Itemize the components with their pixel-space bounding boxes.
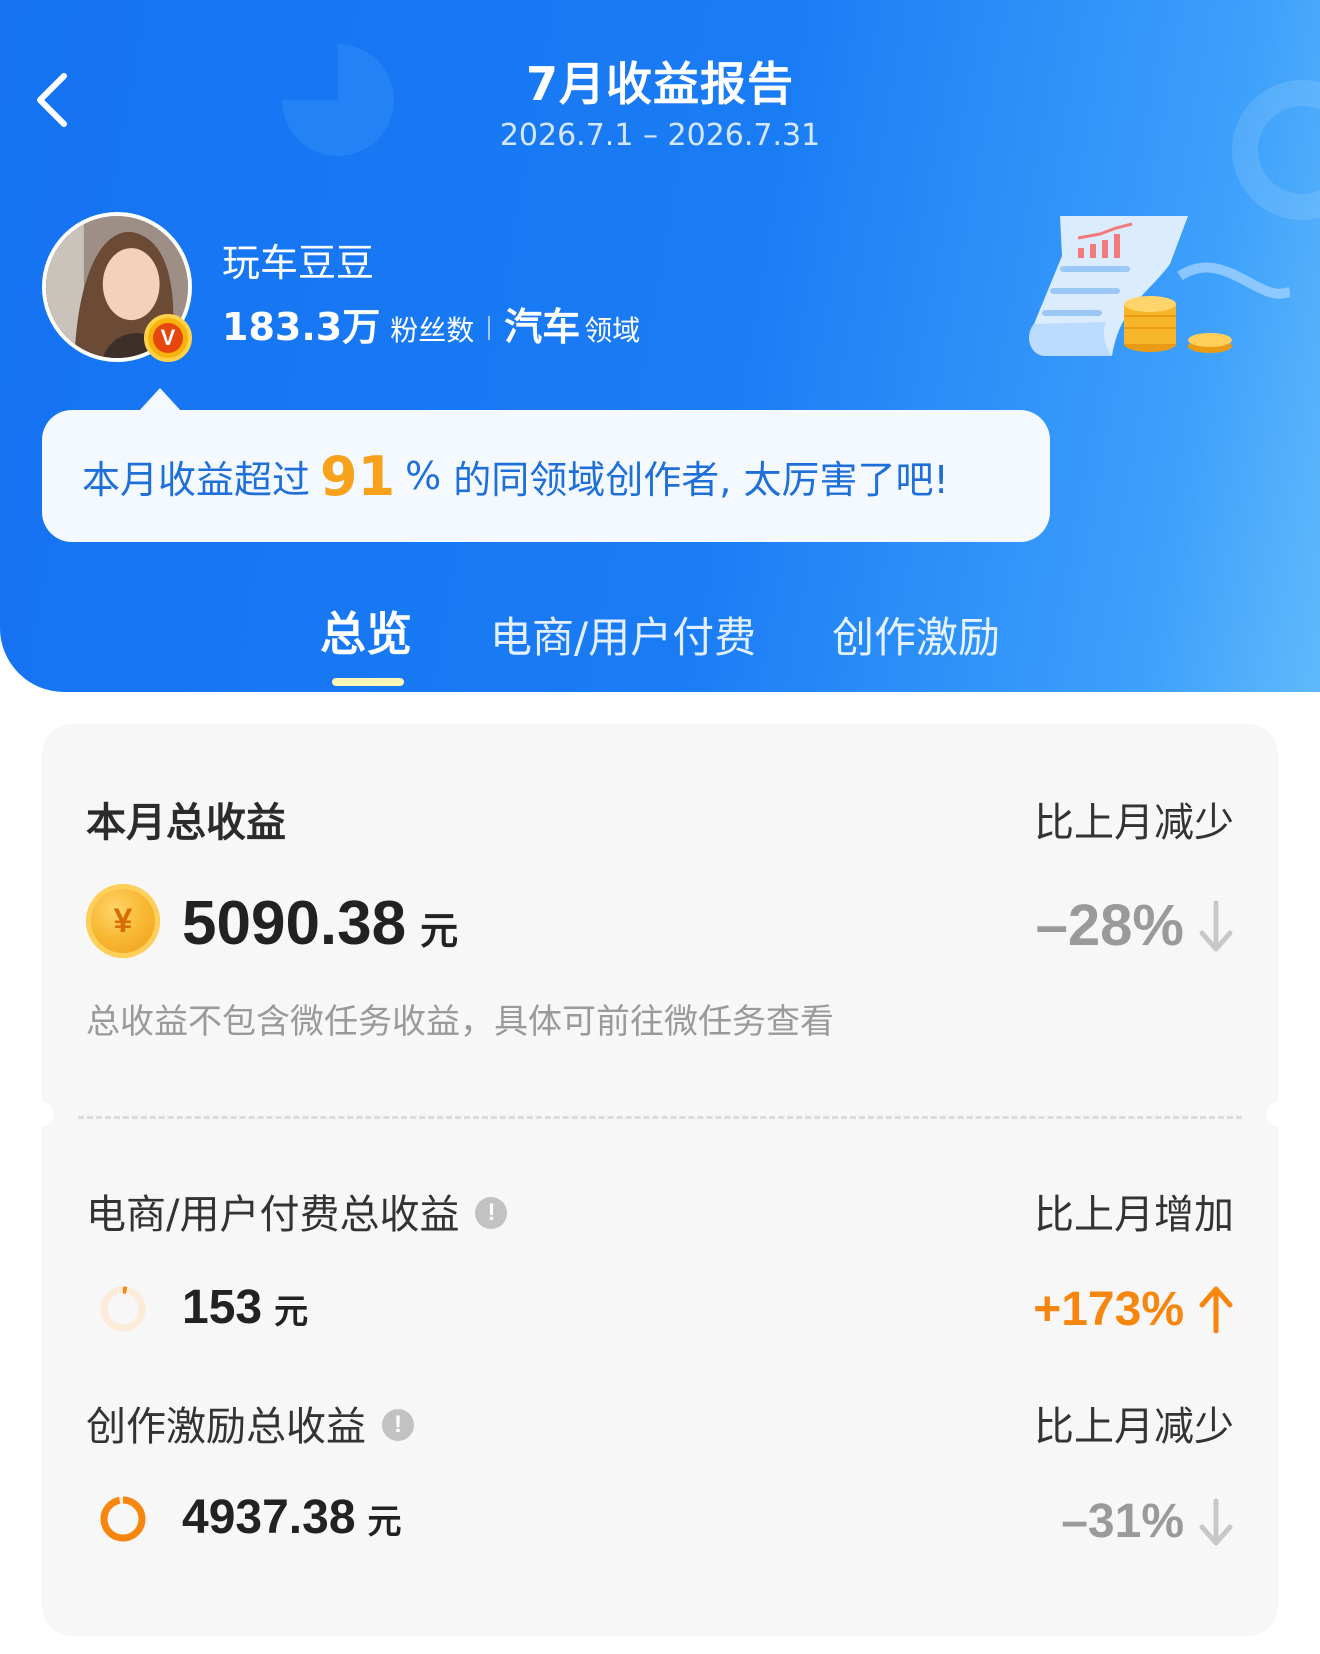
date-range: 2026.7.1 – 2026.7.31 — [499, 118, 821, 153]
card-notch-left — [30, 1102, 54, 1126]
ecommerce-change-value: +173% — [1033, 1283, 1184, 1336]
ecommerce-earnings-label: 电商/用户付费总收益! — [86, 1182, 508, 1240]
page-title: 7月收益报告 — [525, 57, 794, 111]
active-tab-indicator — [332, 678, 404, 686]
ecommerce-amount: 153 元 — [182, 1280, 308, 1335]
tab-ecommerce[interactable]: 电商/用户付费 — [490, 604, 756, 665]
coin-icon: ¥ — [86, 884, 160, 958]
arrow-down-icon — [1199, 900, 1233, 951]
tip-percent-sign: % — [405, 454, 442, 498]
profile-stats: 183.3万 粉丝数 汽车 领域 — [222, 296, 640, 351]
creation-incentive-amount: 4937.38 元 — [182, 1490, 402, 1545]
username: 玩车豆豆 — [222, 241, 375, 285]
tab-creation-incentive[interactable]: 创作激励 — [832, 604, 1000, 665]
tip-suffix: 的同领域创作者, 太厉害了吧! — [453, 457, 949, 502]
total-amount: 5090.38 元 — [182, 888, 458, 959]
ecommerce-compare-label: 比上月增加 — [1034, 1192, 1234, 1238]
tip-prefix: 本月收益超过 — [82, 457, 311, 502]
ecommerce-amount-unit: 元 — [274, 1292, 309, 1332]
receipt-coins-illustration-icon — [1020, 206, 1292, 366]
stats-divider — [488, 316, 491, 340]
arrow-down-icon — [1199, 1498, 1233, 1545]
total-earnings-label: 本月总收益 — [86, 800, 286, 846]
creation-incentive-compare-label: 比上月减少 — [1034, 1404, 1234, 1450]
arrow-up-icon — [1199, 1286, 1233, 1333]
ecommerce-amount-value: 153 — [182, 1281, 263, 1334]
info-icon[interactable]: ! — [475, 1197, 508, 1229]
creation-incentive-amount-value: 4937.38 — [182, 1491, 356, 1544]
creation-incentive-amount-unit: 元 — [367, 1502, 402, 1542]
ecommerce-change: +173% — [1033, 1282, 1234, 1337]
field-label: 领域 — [584, 314, 641, 347]
creation-incentive-change: –31% — [1061, 1494, 1234, 1549]
verified-badge-icon: V — [144, 314, 192, 362]
ranking-tip-bubble: 本月收益超过 91 % 的同领域创作者, 太厉害了吧! — [42, 388, 1050, 542]
total-compare-label: 比上月减少 — [1034, 800, 1234, 846]
field-name: 汽车 — [504, 305, 581, 349]
creation-incentive-share-ring-icon — [100, 1496, 146, 1542]
total-change-value: –28% — [1035, 893, 1184, 958]
creation-incentive-earnings-label: 创作激励总收益! — [86, 1394, 414, 1452]
dashed-divider — [78, 1116, 1242, 1119]
earnings-note: 总收益不包含微任务收益，具体可前往微任务查看 — [86, 1002, 834, 1042]
creation-incentive-change-value: –31% — [1061, 1495, 1184, 1548]
tab-overview[interactable]: 总览 — [320, 598, 412, 664]
total-change: –28% — [1036, 892, 1234, 959]
card-notch-right — [1266, 1102, 1290, 1126]
total-amount-value: 5090.38 — [182, 889, 407, 958]
follower-count: 183.3万 — [222, 305, 381, 349]
tab-bar: 总览 电商/用户付费 创作激励 — [0, 604, 1320, 684]
report-header: 7月收益报告 2026.7.1 – 2026.7.31 V 玩车豆豆 183.3… — [0, 0, 1320, 692]
info-icon[interactable]: ! — [382, 1409, 414, 1441]
follower-label: 粉丝数 — [390, 314, 475, 347]
total-amount-unit: 元 — [420, 909, 459, 953]
ecommerce-share-ring-icon — [100, 1286, 146, 1332]
tip-percent: 91 — [320, 444, 396, 508]
